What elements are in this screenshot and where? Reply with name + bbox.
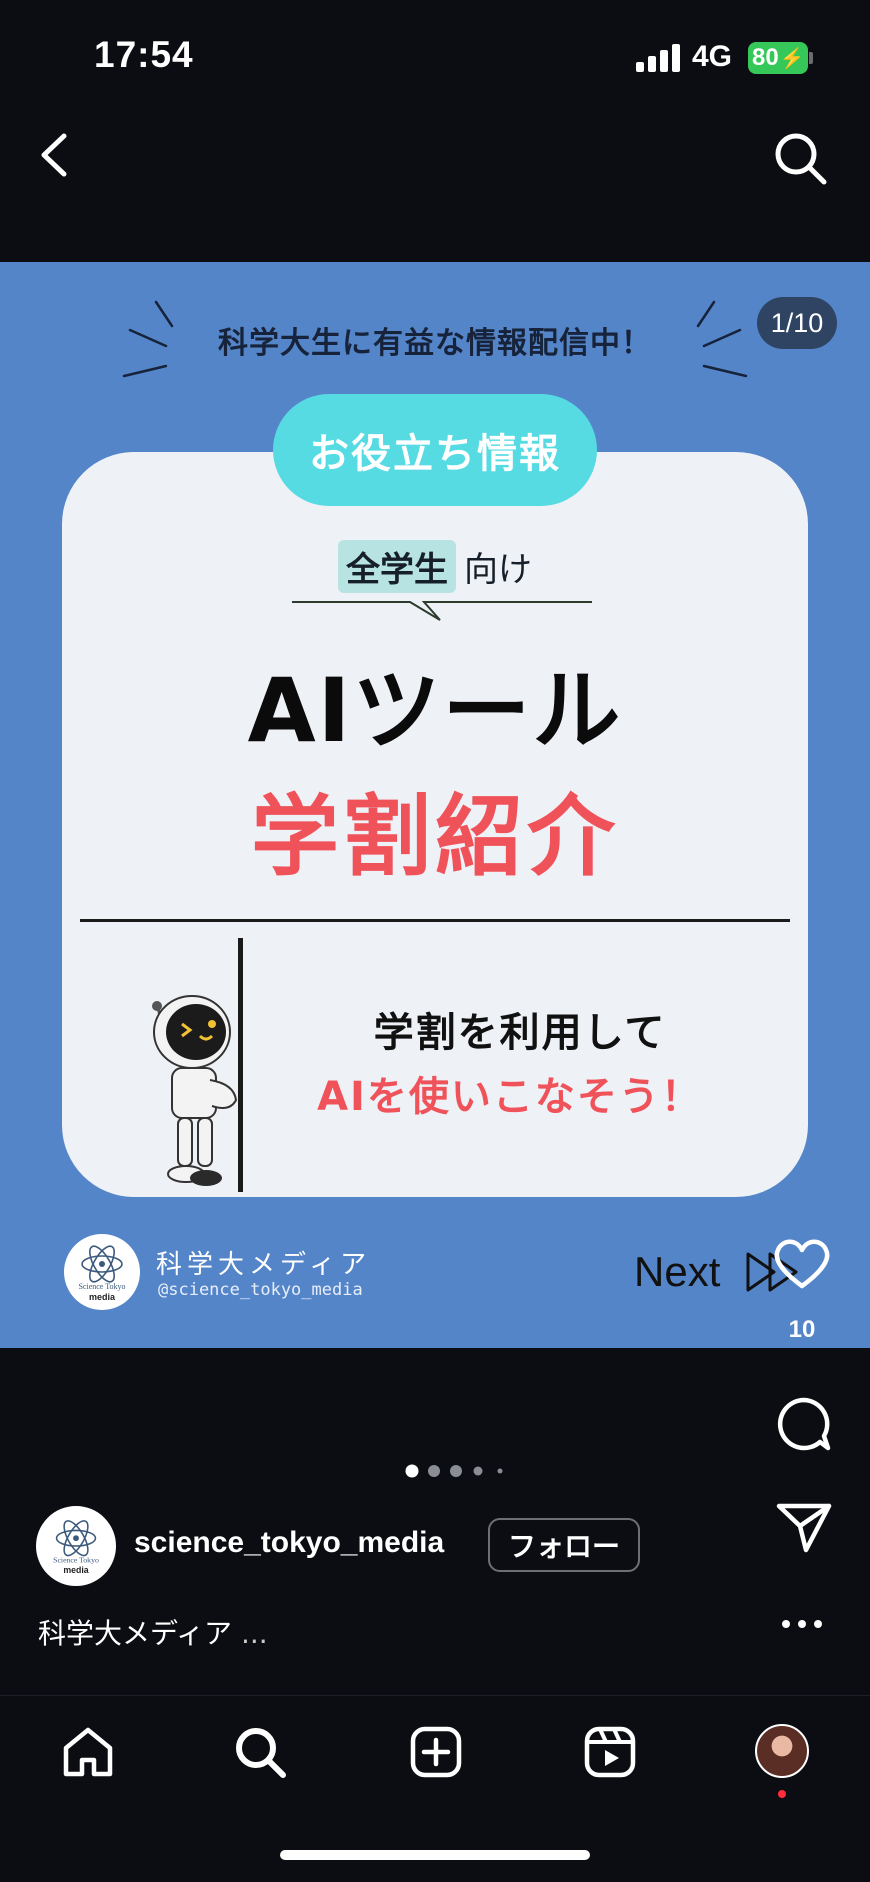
battery-level: 80 <box>752 44 779 71</box>
home-indicator[interactable] <box>280 1850 590 1860</box>
chevron-left-icon[interactable] <box>34 130 74 180</box>
brand-handle: @science_tokyo_media <box>158 1280 363 1300</box>
atom-logo-icon: Science Tokyo media <box>53 1520 99 1575</box>
title-student-discount: 学割紹介 <box>250 785 619 888</box>
follow-button[interactable]: フォロー <box>488 1518 640 1572</box>
send-icon[interactable] <box>776 1502 832 1554</box>
category-pill: お役立ち情報 <box>273 394 597 506</box>
notification-dot <box>778 1790 786 1798</box>
battery-tip <box>809 52 813 64</box>
search-icon[interactable] <box>772 130 828 186</box>
speech-underline <box>292 601 592 621</box>
brand-logo: Science Tokyo media <box>64 1234 140 1310</box>
brand-name: 科学大メディア <box>156 1250 372 1280</box>
caption-more[interactable]: ... <box>241 1617 268 1650</box>
network-type: 4G <box>692 40 733 73</box>
status-time: 17:54 <box>94 34 194 75</box>
logo-text-top: Science Tokyo <box>78 1282 125 1291</box>
charging-bolt-icon: ⚡ <box>779 47 805 70</box>
next-label: Next <box>634 1248 721 1295</box>
atom-logo-icon: Science Tokyo media <box>78 1245 126 1302</box>
target-suffix: 向け <box>464 550 532 590</box>
home-icon[interactable] <box>60 1724 116 1780</box>
carousel-indicator <box>405 1464 503 1478</box>
target-highlight: 全学生 <box>338 540 456 593</box>
target-audience: 全学生 向け <box>0 540 870 593</box>
logo-text-bottom: media <box>63 1565 88 1575</box>
battery-icon: 80 ⚡ <box>748 42 808 74</box>
more-icon[interactable] <box>780 1618 824 1630</box>
card-divider <box>80 919 790 922</box>
status-bar: 17:54 4G 80 ⚡ <box>0 0 870 110</box>
robot-illustration <box>152 938 243 1192</box>
comment-icon[interactable] <box>776 1396 832 1452</box>
search-icon[interactable] <box>232 1724 288 1780</box>
heart-icon[interactable] <box>772 1236 832 1292</box>
like-count[interactable]: 10 <box>760 1316 844 1344</box>
message-line-2: AIを使いこなそう！ <box>317 1074 703 1120</box>
logo-text-bottom: media <box>89 1292 116 1302</box>
title-ai-tools: AIツール <box>247 659 623 762</box>
banner-text: 科学大生に有益な情報配信中！ <box>218 326 652 361</box>
author-username[interactable]: science_tokyo_media <box>134 1526 444 1560</box>
profile-avatar[interactable] <box>755 1724 809 1778</box>
reels-icon[interactable] <box>582 1724 638 1780</box>
post-caption[interactable]: 科学大メディア ... <box>38 1612 268 1652</box>
caption-text: 科学大メディア <box>38 1617 233 1650</box>
signal-icon <box>636 44 680 72</box>
author-avatar[interactable]: Science Tokyo media <box>36 1506 116 1586</box>
create-icon[interactable] <box>408 1724 464 1780</box>
logo-text-top: Science Tokyo <box>53 1556 99 1565</box>
message-line-1: 学割を利用して <box>373 1010 667 1056</box>
